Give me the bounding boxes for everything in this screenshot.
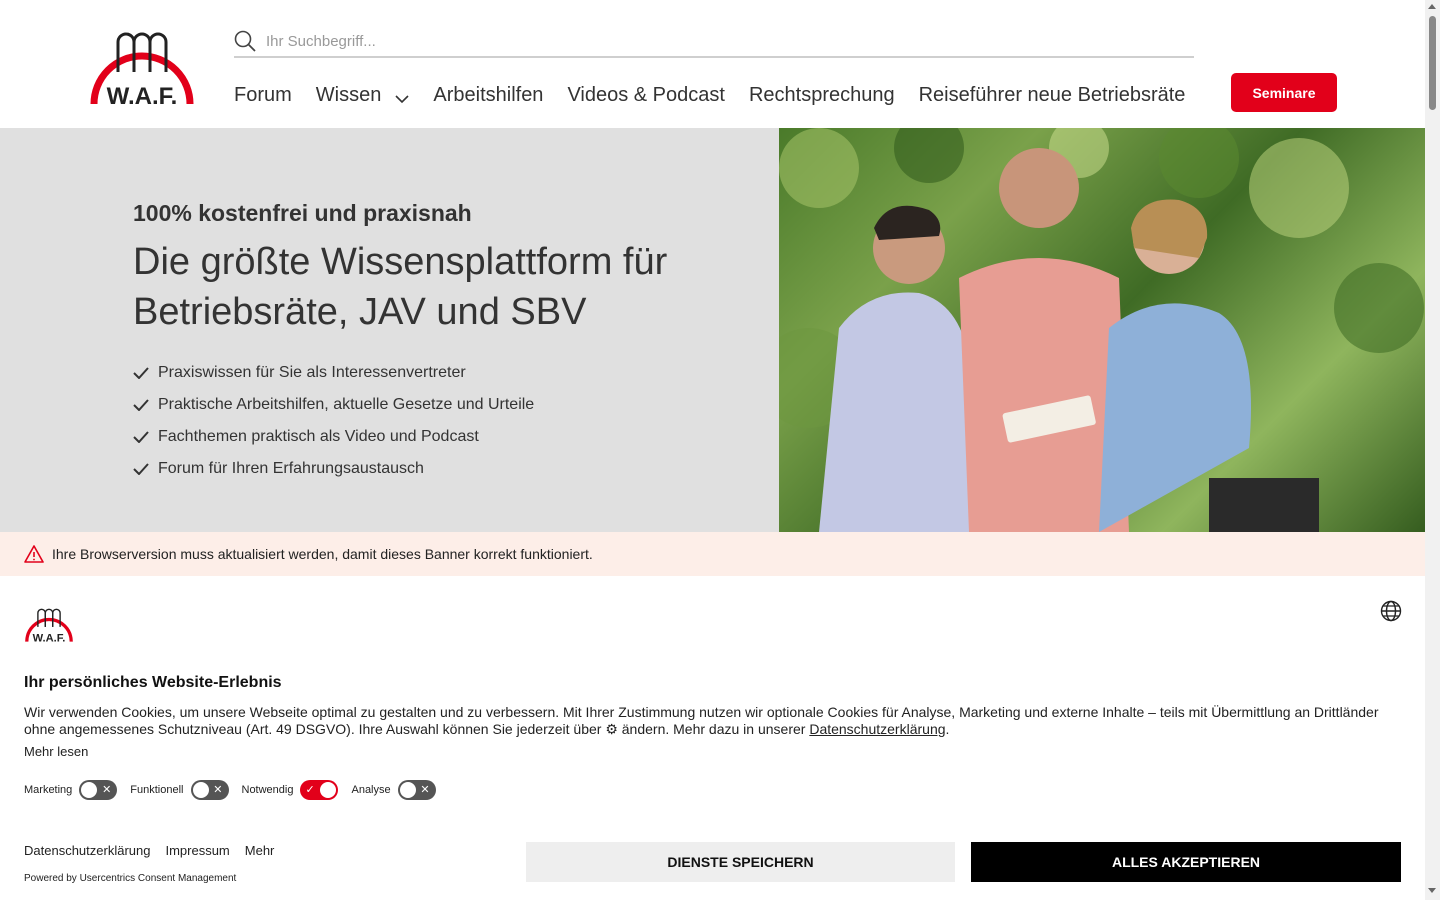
notwendig-switch[interactable]: ✓ <box>300 780 339 800</box>
check-icon: ✓ <box>305 784 315 796</box>
site-header: W.A.F. Forum Wissen Arbeitshilfen Videos… <box>0 0 1425 128</box>
nav-item-forum[interactable]: Forum <box>234 84 292 107</box>
consent-description-end: . <box>945 721 950 737</box>
chevron-down-icon <box>395 94 409 103</box>
svg-text:W.A.F.: W.A.F. <box>33 633 66 644</box>
powered-by-text: Powered by Usercentrics Consent Manageme… <box>24 873 237 884</box>
check-icon <box>133 463 149 475</box>
read-more-link[interactable]: Mehr lesen <box>24 744 88 759</box>
nav-label: Arbeitshilfen <box>433 84 544 106</box>
scroll-up-arrow-icon[interactable] <box>1428 4 1436 9</box>
check-icon <box>133 367 149 379</box>
hero-text: 100% kostenfrei und praxisnah Die größte… <box>133 200 753 485</box>
toggle-label: Notwendig <box>241 784 294 796</box>
hero-photo <box>779 128 1425 532</box>
check-icon <box>133 399 149 411</box>
waf-logo[interactable]: W.A.F. <box>88 28 196 108</box>
check-icon <box>133 431 149 443</box>
funktionell-switch[interactable]: ✕ <box>190 780 229 800</box>
footer-link-datenschutz[interactable]: Datenschutzerklärung <box>24 843 150 858</box>
search-icon[interactable] <box>234 30 256 52</box>
consent-footer-links: Datenschutzerklärung Impressum Mehr <box>24 843 289 858</box>
footer-link-impressum[interactable]: Impressum <box>165 843 229 858</box>
feature-text: Forum für Ihren Erfahrungsaustausch <box>158 460 424 477</box>
hero-headline: Die größte Wissensplattform für Betriebs… <box>133 241 668 333</box>
toggle-funktionell[interactable]: Funktionell ✕ <box>130 780 229 800</box>
consent-toggles: Marketing ✕ Funktionell ✕ Notwendig ✓ An… <box>24 780 449 800</box>
marketing-switch[interactable]: ✕ <box>79 780 118 800</box>
warning-icon <box>24 545 44 563</box>
page-scrollbar[interactable] <box>1425 0 1440 900</box>
waf-logo: W.A.F. <box>25 608 73 644</box>
search-input[interactable] <box>266 32 1166 50</box>
hero-section: 100% kostenfrei und praxisnah Die größte… <box>0 128 1425 532</box>
privacy-policy-link[interactable]: Datenschutzerklärung <box>809 721 945 737</box>
cookie-consent-dialog: W.A.F. Ihr persönliches Website-Erlebnis… <box>0 576 1425 900</box>
nav-item-arbeitshilfen[interactable]: Arbeitshilfen <box>433 84 543 107</box>
feature-text: Fachthemen praktisch als Video und Podca… <box>158 428 479 445</box>
footer-link-mehr[interactable]: Mehr <box>245 843 275 858</box>
nav-label: Wissen <box>315 84 382 106</box>
toggle-label: Marketing <box>24 784 73 796</box>
browser-warning-banner: Ihre Browserversion muss aktualisiert we… <box>0 532 1425 576</box>
scroll-down-arrow-icon[interactable] <box>1428 888 1436 893</box>
feature-text: Praktische Arbeitshilfen, aktuelle Geset… <box>158 396 535 413</box>
language-globe-icon[interactable] <box>1380 600 1402 622</box>
consent-title: Ihr persönliches Website-Erlebnis <box>24 674 282 691</box>
toggle-label: Funktionell <box>130 784 184 796</box>
nav-label: Rechtsprechung <box>748 84 895 106</box>
analyse-switch[interactable]: ✕ <box>397 780 436 800</box>
feature-item: Fachthemen praktisch als Video und Podca… <box>133 421 753 453</box>
hero-photo-illustration <box>779 128 1424 532</box>
close-icon: ✕ <box>213 784 223 796</box>
seminare-button[interactable]: Seminare <box>1231 73 1337 112</box>
feature-list: Praxiswissen für Sie als Interessenvertr… <box>133 357 753 485</box>
nav-label: Forum <box>234 84 292 106</box>
scrollbar-thumb[interactable] <box>1429 16 1436 110</box>
search-bar <box>234 26 1194 58</box>
nav-item-rechtsprechung[interactable]: Rechtsprechung <box>749 84 895 107</box>
toggle-analyse[interactable]: Analyse ✕ <box>351 780 436 800</box>
svg-text:W.A.F.: W.A.F. <box>107 83 178 108</box>
toggle-notwendig[interactable]: Notwendig ✓ <box>242 780 339 800</box>
toggle-marketing[interactable]: Marketing ✕ <box>24 780 118 800</box>
consent-description: Wir verwenden Cookies, um unsere Webseit… <box>24 704 1404 738</box>
feature-item: Praktische Arbeitshilfen, aktuelle Geset… <box>133 389 753 421</box>
nav-item-videos-podcast[interactable]: Videos & Podcast <box>567 84 725 107</box>
feature-item: Praxiswissen für Sie als Interessenvertr… <box>133 357 753 389</box>
toggle-label: Analyse <box>351 784 391 796</box>
close-icon: ✕ <box>420 784 430 796</box>
main-nav: Forum Wissen Arbeitshilfen Videos & Podc… <box>234 84 1209 107</box>
warning-text: Ihre Browserversion muss aktualisiert we… <box>52 546 593 562</box>
close-icon: ✕ <box>102 784 112 796</box>
hero-kicker: 100% kostenfrei und praxisnah <box>133 200 472 226</box>
save-services-button[interactable]: DIENSTE SPEICHERN <box>526 842 955 882</box>
feature-item: Forum für Ihren Erfahrungsaustausch <box>133 453 753 485</box>
consent-description-text: Wir verwenden Cookies, um unsere Webseit… <box>24 704 1379 737</box>
nav-label: Reiseführer neue Betriebsräte <box>918 84 1186 106</box>
nav-label: Videos & Podcast <box>567 84 725 106</box>
nav-item-reisefuehrer[interactable]: Reiseführer neue Betriebsräte <box>919 84 1186 107</box>
accept-all-button[interactable]: ALLES AKZEPTIEREN <box>971 842 1401 882</box>
nav-item-wissen[interactable]: Wissen <box>316 84 410 107</box>
feature-text: Praxiswissen für Sie als Interessenvertr… <box>158 364 466 381</box>
